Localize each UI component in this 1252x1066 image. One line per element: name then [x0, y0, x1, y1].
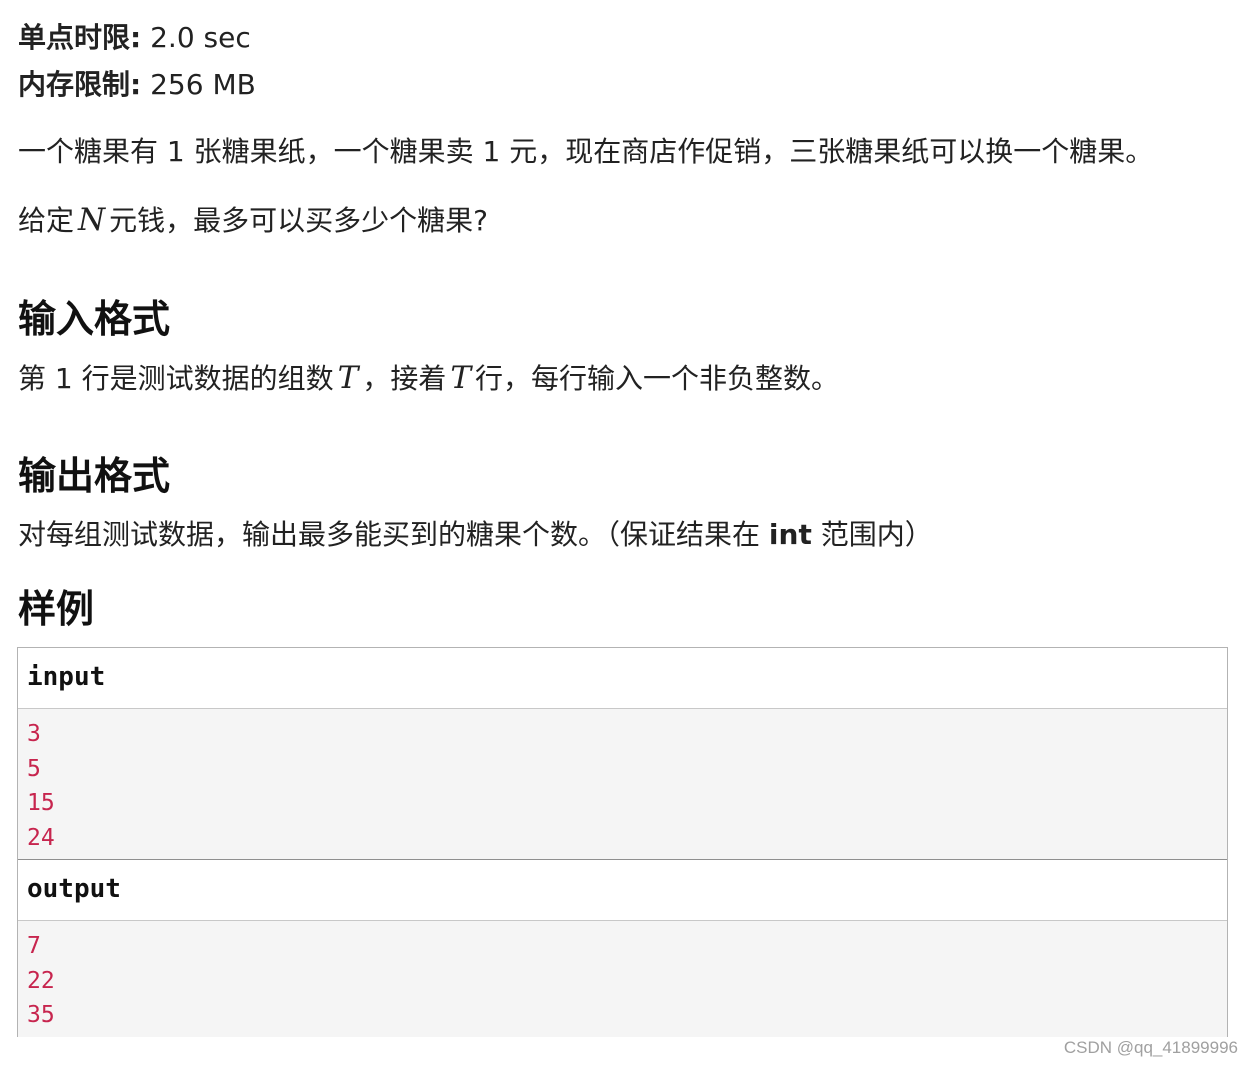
input-format-heading: 输入格式 [18, 297, 171, 341]
time-limit-label: 单点时限: [18, 21, 142, 54]
limits-block: 单点时限: 2.0 sec 内存限制: 256 MB [18, 14, 256, 108]
description-line-1: 一个糖果有 1 张糖果纸，一个糖果卖 1 元，现在商店作促销，三张糖果纸可以换一… [18, 135, 1154, 168]
output-format-heading: 输出格式 [18, 454, 171, 498]
math-var-n: N [78, 202, 106, 238]
output-format-text-before: 对每组测试数据，输出最多能买到的糖果个数。（保证结果在 [18, 518, 761, 551]
input-format-text: 第 1 行是测试数据的组数 T ，接着 T 行，每行输入一个非负整数。 [18, 358, 839, 399]
description-text-after: 元钱，最多可以买多少个糖果? [109, 204, 489, 237]
output-format-text-after: 范围内） [820, 518, 933, 551]
math-var-t: T [337, 360, 359, 396]
math-var-t-2: T [450, 360, 472, 396]
input-format-text-before: 第 1 行是测试数据的组数 [18, 362, 334, 395]
sample-output-data[interactable]: 7 22 35 [18, 921, 1227, 1037]
sample-input-line: 3 [27, 721, 41, 747]
sample-input-line: 15 [27, 790, 55, 816]
input-format-text-after: 行，每行输入一个非负整数。 [475, 362, 840, 395]
sample-output-line: 35 [27, 1002, 55, 1028]
description-text-before: 给定 [18, 204, 75, 237]
sample-heading: 样例 [18, 587, 95, 631]
description-line-2: 给定 N 元钱，最多可以买多少个糖果? [18, 200, 488, 241]
sample-input-line: 24 [27, 824, 55, 851]
time-limit: 单点时限: 2.0 sec [18, 14, 256, 61]
sample-box: input 3 5 15 24 output 7 22 35 [17, 647, 1228, 1037]
memory-limit: 内存限制: 256 MB [18, 61, 256, 108]
sample-input-label: input [18, 648, 1227, 709]
memory-limit-value: 256 MB [150, 68, 256, 101]
input-format-text-middle: ，接着 [362, 362, 447, 395]
sample-output-label: output [18, 860, 1227, 921]
memory-limit-label: 内存限制: [18, 68, 142, 101]
sample-output-line: 7 [27, 933, 41, 959]
int-keyword: int [768, 518, 812, 551]
output-format-text: 对每组测试数据，输出最多能买到的糖果个数。（保证结果在 int 范围内） [18, 515, 933, 555]
sample-output-line: 22 [27, 967, 55, 994]
sample-input-data[interactable]: 3 5 15 24 [18, 709, 1227, 860]
sample-input-line: 5 [27, 755, 41, 782]
time-limit-value: 2.0 sec [150, 21, 251, 54]
csdn-watermark: CSDN @qq_41899996 [1063, 1038, 1238, 1057]
